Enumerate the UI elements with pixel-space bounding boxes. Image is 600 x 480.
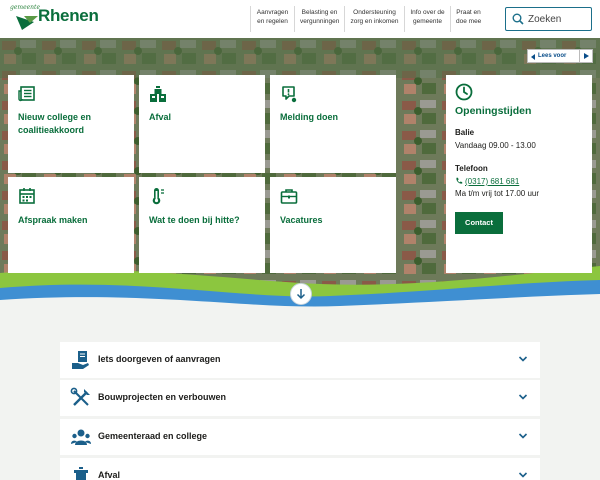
chevron-down-icon: [518, 472, 528, 478]
arrow-down-icon: [296, 289, 306, 300]
accordion-label: Bouwprojecten en verbouwen: [98, 392, 227, 402]
chevron-down-icon: [518, 394, 528, 400]
briefcase-icon: [280, 189, 298, 204]
scroll-down-button[interactable]: [290, 283, 312, 305]
site-logo[interactable]: gemeente Rhenen: [10, 4, 100, 34]
people-icon: [71, 429, 91, 445]
nav-label: zorg en inkomen: [350, 18, 399, 25]
desk-label: Balie: [455, 128, 475, 137]
hand-document-icon: [72, 351, 89, 369]
site-header: gemeente Rhenen Aanvragen en regelen Bel…: [0, 0, 600, 38]
opening-hours-panel: Openingstijden Balie Vandaag 09.00 - 13.…: [446, 75, 592, 273]
phone-label: Telefoon: [455, 164, 488, 173]
logo-title: Rhenen: [38, 6, 99, 25]
desk-hours: Vandaag 09.00 - 13.00: [455, 141, 536, 150]
nav-label: Ondersteuning: [353, 9, 396, 16]
nav-label: Info over de: [410, 9, 445, 16]
calendar-icon: [19, 188, 35, 204]
tile-melding-doen[interactable]: Melding doen: [270, 75, 396, 173]
phone-icon: [456, 177, 463, 184]
tile-label: Nieuw college en coalitieakkoord: [18, 112, 92, 135]
tile-afval[interactable]: Afval: [139, 75, 265, 173]
nav-item-aanvragen[interactable]: Aanvragen en regelen: [250, 6, 294, 32]
phone-link[interactable]: (0317) 681 681: [455, 177, 519, 186]
tile-label: Afval: [149, 112, 172, 122]
nav-label: vergunningen: [300, 18, 340, 25]
nav-label: gemeente: [413, 18, 442, 25]
search-box: [505, 7, 592, 31]
logo-subtitle: gemeente: [10, 4, 41, 11]
tile-label: Wat te doen bij hitte?: [149, 215, 240, 225]
accordion-label: Gemeenteraad en college: [98, 431, 208, 441]
tools-icon: [70, 387, 90, 406]
phone-hours: Ma t/m vrij tot 17.00 uur: [455, 189, 540, 198]
nav-label: doe mee: [456, 18, 482, 25]
phone-number: (0317) 681 681: [465, 177, 520, 186]
nav-label: Belasting en: [301, 9, 338, 16]
hero-section: Lees voor Nieuw college en coalitieakkoo…: [0, 38, 600, 310]
accordion-label: Iets doorgeven of aanvragen: [98, 354, 221, 364]
report-pin-icon: [282, 86, 297, 103]
tile-vacatures[interactable]: Vacatures: [270, 177, 396, 273]
search-icon[interactable]: [512, 13, 524, 25]
nav-label: en regelen: [257, 18, 288, 25]
nav-item-praat-mee[interactable]: Praat en doe mee: [450, 6, 486, 32]
accordion-item-doorgeven[interactable]: Iets doorgeven of aanvragen: [60, 342, 540, 378]
search-input[interactable]: [528, 11, 588, 27]
accordion-label: Afval: [98, 470, 121, 480]
thermometer-icon: [152, 188, 164, 205]
logo-mark-icon: [16, 16, 38, 30]
accordion-item-gemeenteraad[interactable]: Gemeenteraad en college: [60, 419, 540, 455]
readspeaker-label: Lees voor: [528, 53, 579, 60]
readspeaker-button[interactable]: Lees voor: [527, 49, 593, 63]
chevron-down-icon: [518, 433, 528, 439]
tile-hitte[interactable]: Wat te doen bij hitte?: [139, 177, 265, 273]
nav-label: Praat en: [456, 9, 481, 16]
play-icon[interactable]: [579, 50, 592, 62]
tile-label: Melding doen: [280, 112, 338, 122]
nav-label: Aanvragen: [256, 9, 289, 16]
waste-bin-icon: [74, 467, 88, 480]
main-navigation: Aanvragen en regelen Belasting en vergun…: [250, 6, 486, 32]
accordion-item-bouwprojecten[interactable]: Bouwprojecten en verbouwen: [60, 380, 540, 416]
accordion-item-afval[interactable]: Afval: [60, 458, 540, 480]
opening-hours-title: Openingstijden: [455, 105, 532, 117]
tile-nieuw-college[interactable]: Nieuw college en coalitieakkoord: [8, 75, 134, 173]
waste-bins-icon: [150, 86, 166, 102]
nav-item-ondersteuning[interactable]: Ondersteuning zorg en inkomen: [344, 6, 404, 32]
clock-icon: [455, 83, 473, 101]
tile-afspraak-maken[interactable]: Afspraak maken: [8, 177, 134, 273]
newspaper-icon: [18, 86, 35, 102]
tile-label: Afspraak maken: [18, 215, 88, 225]
nav-item-info-gemeente[interactable]: Info over de gemeente: [404, 6, 450, 32]
chevron-down-icon: [518, 356, 528, 362]
tile-label: Vacatures: [280, 215, 323, 225]
nav-item-belasting[interactable]: Belasting en vergunningen: [294, 6, 344, 32]
contact-button[interactable]: Contact: [455, 212, 503, 234]
